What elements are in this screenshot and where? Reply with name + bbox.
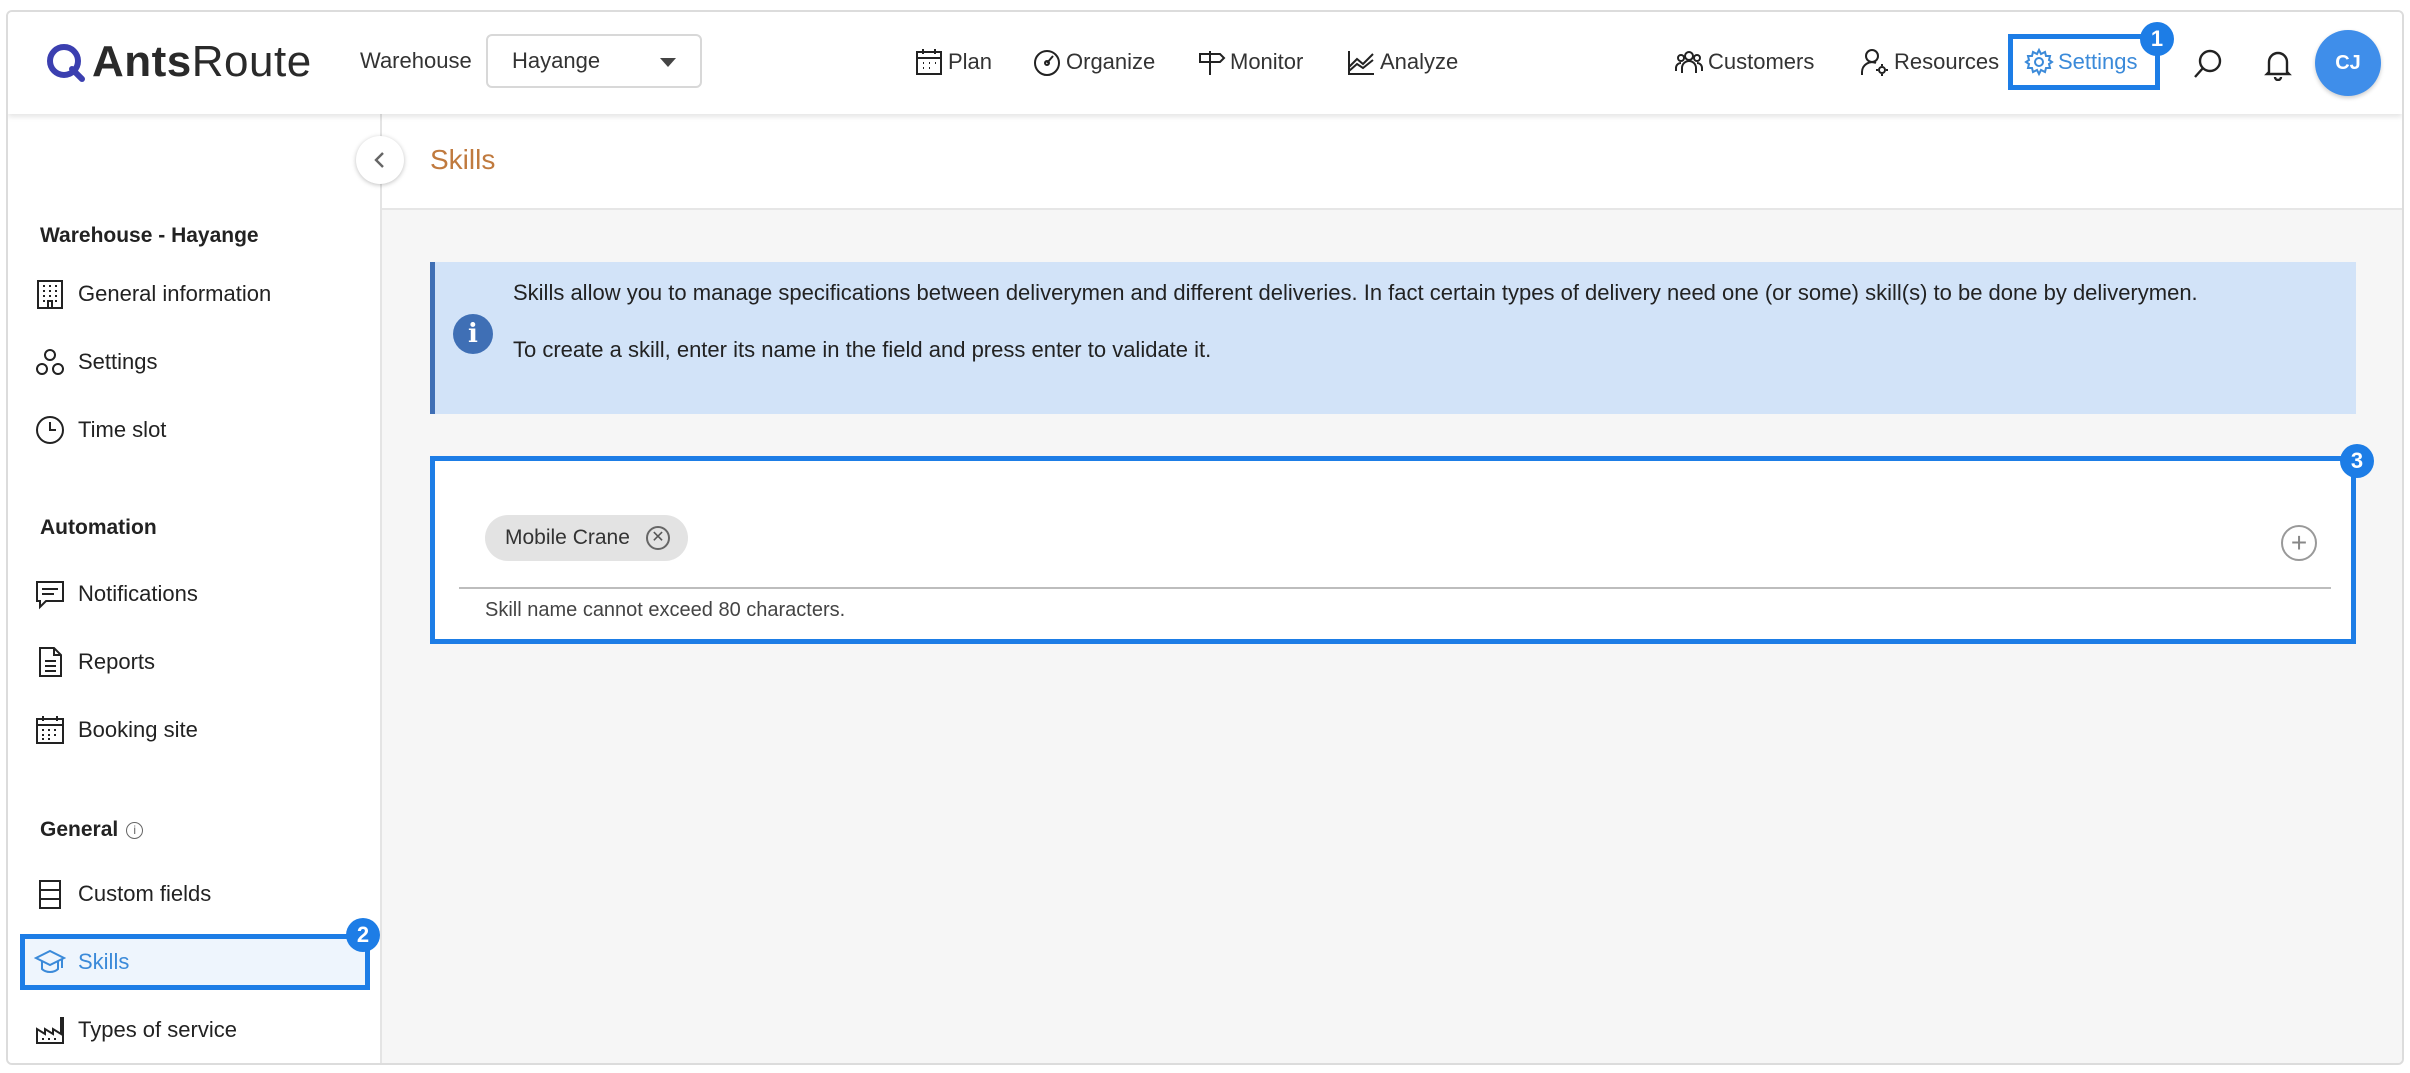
main-content: Skills i Skills allow you to manage spec… <box>382 114 2402 1063</box>
document-icon <box>39 647 62 677</box>
info-line-2: To create a skill, enter its name in the… <box>513 337 1212 362</box>
nav-organize[interactable]: Organize <box>1032 44 1155 80</box>
section-general-title: General i <box>40 818 144 842</box>
info-text: Skills allow you to manage specification… <box>513 276 2323 366</box>
info-line-1: Skills allow you to manage specification… <box>513 280 2198 305</box>
sidebar: Warehouse - Hayange General information … <box>8 114 382 1063</box>
page-title: Skills <box>430 144 496 175</box>
sidebar-item-label: General information <box>78 281 272 306</box>
info-banner: i Skills allow you to manage specificati… <box>430 262 2356 414</box>
annotation-badge-3: 3 <box>2340 444 2374 478</box>
app-window: AntsRoute Warehouse Hayange Plan Organiz… <box>6 10 2404 1065</box>
nav-resources-label: Resources <box>1894 49 2000 74</box>
calendar-icon <box>916 49 942 75</box>
skill-chip-label: Mobile Crane <box>505 526 630 549</box>
section-warehouse-title: Warehouse - Hayange <box>40 224 259 247</box>
warehouse-select-value: Hayange <box>512 48 601 73</box>
annotation-badge-1: 1 <box>2140 22 2174 56</box>
skills-input-card: Mobile Crane ✕ + Skill name cannot excee… <box>430 456 2356 644</box>
sidebar-item-label: Notifications <box>78 581 198 606</box>
warehouse-select[interactable]: Hayange <box>486 34 702 88</box>
section-general-label: General <box>40 818 119 841</box>
form-fields-icon <box>39 880 61 909</box>
sidebar-item-booking-site[interactable]: Booking site <box>34 710 198 750</box>
notifications-button[interactable] <box>2258 44 2298 84</box>
nav-monitor[interactable]: Monitor <box>1196 44 1303 80</box>
collapse-sidebar-button[interactable] <box>356 136 404 184</box>
chevron-left-icon <box>374 152 384 168</box>
sidebar-item-skills[interactable]: Skills <box>34 942 129 982</box>
users-icon <box>1675 51 1703 73</box>
sidebar-item-notifications[interactable]: Notifications <box>34 574 198 614</box>
sidebar-item-settings[interactable]: Settings <box>34 342 158 382</box>
nav-resources[interactable]: Resources <box>1860 44 1999 80</box>
calendar-grid-icon <box>36 716 64 744</box>
warehouse-label: Warehouse <box>360 48 472 73</box>
search-icon <box>2194 49 2222 78</box>
skills-input-underline[interactable] <box>459 587 2331 589</box>
nav-customers[interactable]: Customers <box>1674 44 1814 80</box>
skill-chip: Mobile Crane ✕ <box>485 515 688 561</box>
sidebar-item-custom-fields[interactable]: Custom fields <box>34 874 211 914</box>
signpost-icon <box>1199 51 1226 75</box>
bell-icon <box>2264 51 2292 81</box>
user-gear-icon <box>1861 49 1888 76</box>
sidebar-item-label: Time slot <box>78 417 167 442</box>
logo-text-light: Route <box>191 37 312 86</box>
nav-monitor-label: Monitor <box>1230 49 1304 74</box>
nav-settings-label: Settings <box>2058 49 2138 74</box>
nav-settings[interactable]: Settings <box>2024 44 2138 80</box>
clock-icon <box>36 416 64 444</box>
chevron-down-icon <box>660 58 676 67</box>
remove-skill-icon[interactable]: ✕ <box>645 526 670 550</box>
graduation-cap-icon <box>34 949 66 973</box>
factory-icon <box>36 1017 64 1044</box>
top-header: AntsRoute Warehouse Hayange Plan Organiz… <box>8 12 2402 114</box>
gear-icon <box>2024 47 2054 77</box>
nav-plan[interactable]: Plan <box>914 44 992 80</box>
ants-logo-icon <box>47 44 85 82</box>
user-avatar[interactable]: CJ <box>2315 30 2381 96</box>
search-button[interactable] <box>2188 44 2228 84</box>
nav-organize-label: Organize <box>1066 49 1156 74</box>
info-circle-icon: i <box>453 314 493 354</box>
section-automation-title: Automation <box>40 516 157 539</box>
sidebar-item-time-slot[interactable]: Time slot <box>34 410 166 450</box>
logo-text-bold: Ants <box>92 37 192 86</box>
nav-plan-label: Plan <box>948 49 993 74</box>
annotation-badge-2: 2 <box>346 918 380 952</box>
chart-icon <box>1348 51 1374 75</box>
sidebar-item-label: Booking site <box>78 717 198 742</box>
speedometer-icon <box>1034 50 1060 76</box>
sidebar-item-types-of-service[interactable]: Types of service <box>34 1010 237 1050</box>
nav-analyze[interactable]: Analyze <box>1346 44 1458 80</box>
nav-customers-label: Customers <box>1708 49 1815 74</box>
sidebar-item-label: Custom fields <box>78 881 212 906</box>
add-skill-button[interactable]: + <box>2281 525 2317 561</box>
sidebar-item-general-information[interactable]: General information <box>34 274 271 314</box>
app-logo[interactable]: AntsRoute <box>44 37 312 86</box>
sidebar-item-label: Reports <box>78 649 156 674</box>
sidebar-item-label: Types of service <box>78 1017 237 1042</box>
info-icon[interactable]: i <box>126 821 144 839</box>
building-icon <box>37 280 63 309</box>
nav-analyze-label: Analyze <box>1380 49 1459 74</box>
gears-icon <box>36 349 64 375</box>
title-bar: Skills <box>382 114 2402 210</box>
message-icon <box>36 581 64 610</box>
sidebar-item-label: Skills <box>78 949 130 974</box>
skills-hint: Skill name cannot exceed 80 characters. <box>485 599 846 621</box>
sidebar-item-label: Settings <box>78 349 158 374</box>
sidebar-item-reports[interactable]: Reports <box>34 642 155 682</box>
